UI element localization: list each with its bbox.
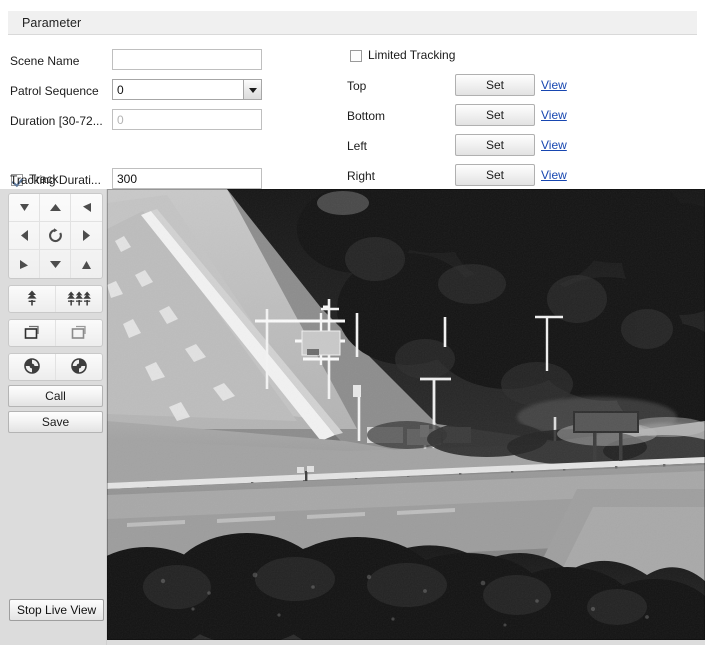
limit-bottom-set-button[interactable]: Set [455,104,535,126]
scene-name-label: Scene Name [10,54,80,68]
zoom-out-icon [24,289,40,310]
focus-near-icon [22,323,42,344]
limited-tracking-label: Limited Tracking [368,48,456,62]
tracking-duration-input[interactable] [112,168,262,189]
limit-right-set-button[interactable]: Set [455,164,535,186]
limit-left-set-button[interactable]: Set [455,134,535,156]
live-view-region: Call Save Stop Live View [0,189,705,645]
ptz-left-button[interactable] [9,222,40,250]
duration-input[interactable] [112,109,262,130]
ptz-up-left-button[interactable] [9,194,40,222]
limit-bottom-view-link[interactable]: View [541,108,567,122]
zoom-in-icon [67,289,91,310]
ptz-zoom-in-button[interactable] [55,286,102,312]
up-right-diagonal-icon [80,201,93,214]
ptz-up-button[interactable] [40,194,71,222]
stop-live-view-button[interactable]: Stop Live View [9,599,105,621]
right-arrow-icon [80,228,93,243]
video-frame-graphic [107,189,705,640]
parameter-form: Scene Name Patrol Sequence 0 Duration [3… [0,36,705,189]
up-arrow-icon [48,201,63,214]
ptz-iris-open-button[interactable] [9,354,55,380]
ptz-focus-near-button[interactable] [9,320,55,346]
limit-left-label: Left [347,139,368,153]
ptz-up-right-button[interactable] [71,194,102,222]
ptz-zoom-out-button[interactable] [9,286,55,312]
ptz-auto-scan-button[interactable] [40,222,71,250]
ptz-direction-pad[interactable] [8,193,103,279]
ptz-iris-close-button[interactable] [55,354,102,380]
patrol-sequence-value: 0 [117,83,124,97]
ptz-down-right-button[interactable] [71,250,102,278]
ptz-focus-far-button[interactable] [55,320,102,346]
page-title: Parameter [22,16,82,30]
auto-scan-icon [47,227,64,244]
limit-bottom-label: Bottom [347,109,386,123]
ptz-control-panel: Call Save Stop Live View [0,189,107,645]
tracking-duration-label: Tracking Durati... [10,173,101,187]
call-button[interactable]: Call [8,385,103,407]
limited-tracking-checkbox[interactable] [350,50,362,62]
ptz-focus-group[interactable] [8,319,103,347]
live-video-feed[interactable] [107,189,705,640]
down-left-diagonal-icon [18,258,31,271]
ptz-iris-group[interactable] [8,353,103,381]
iris-close-icon [70,357,88,378]
down-arrow-icon [48,258,63,271]
save-button[interactable]: Save [8,411,103,433]
patrol-sequence-label: Patrol Sequence [10,84,99,98]
parameter-panel-header: Parameter [8,11,697,35]
iris-open-icon [23,357,41,378]
patrol-sequence-select[interactable]: 0 [112,79,262,100]
limit-top-view-link[interactable]: View [541,78,567,92]
ptz-right-button[interactable] [71,222,102,250]
limit-right-view-link[interactable]: View [541,168,567,182]
ptz-down-button[interactable] [40,250,71,278]
down-right-diagonal-icon [80,258,93,271]
up-left-diagonal-icon [18,201,31,214]
limit-top-label: Top [347,79,367,93]
limit-left-view-link[interactable]: View [541,138,567,152]
duration-label: Duration [30-72... [10,114,103,128]
left-arrow-icon [18,228,31,243]
ptz-down-left-button[interactable] [9,250,40,278]
chevron-down-icon[interactable] [243,80,261,99]
limit-right-label: Right [347,169,376,183]
scene-name-input[interactable] [112,49,262,70]
focus-far-icon [69,323,89,344]
limit-top-set-button[interactable]: Set [455,74,535,96]
ptz-zoom-group[interactable] [8,285,103,313]
